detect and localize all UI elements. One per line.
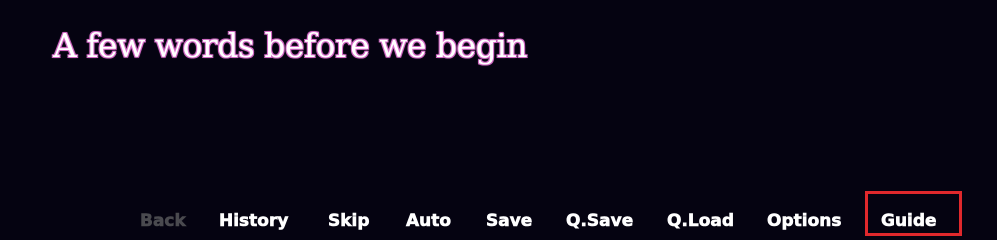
back-button: Back — [140, 211, 186, 232]
history-button[interactable]: History — [219, 210, 289, 233]
quick-menu: Back History Skip Auto Save Q.Save Q.Loa… — [0, 210, 997, 233]
auto-button[interactable]: Auto — [406, 210, 452, 233]
screen-title: A few words before we begin — [53, 26, 528, 65]
skip-button[interactable]: Skip — [328, 210, 370, 233]
options-button[interactable]: Options — [767, 210, 842, 233]
game-screen: A few words before we begin Back History… — [0, 0, 997, 236]
quick-save-button[interactable]: Q.Save — [566, 210, 634, 233]
quick-load-button[interactable]: Q.Load — [667, 210, 735, 233]
save-button[interactable]: Save — [486, 210, 533, 233]
guide-button[interactable]: Guide — [881, 210, 937, 233]
